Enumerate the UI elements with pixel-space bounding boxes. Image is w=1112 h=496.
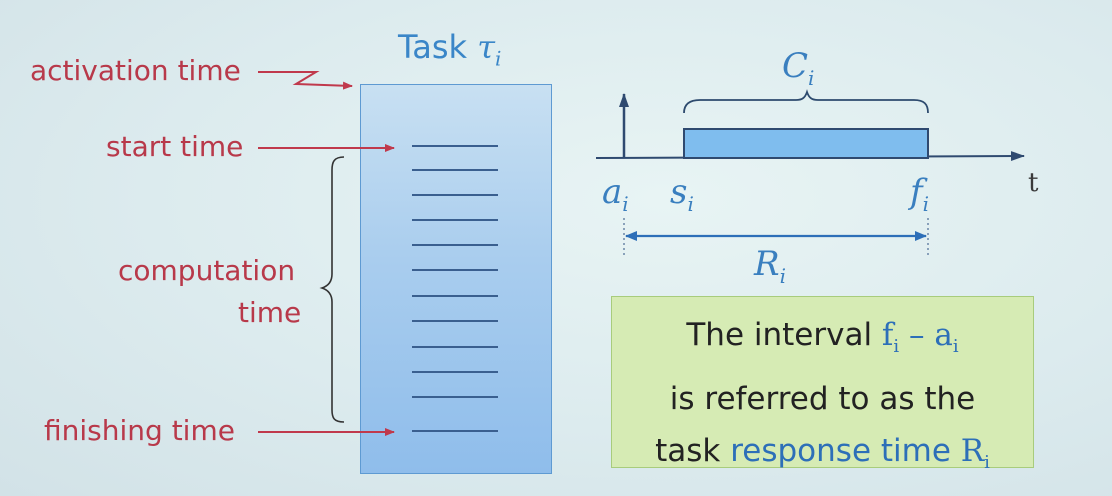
- f-subscript: i: [922, 191, 929, 216]
- a-symbol: a: [602, 172, 623, 212]
- note-f-symbol: f: [881, 317, 894, 353]
- activation-arrow: [258, 71, 353, 90]
- note-a: ai: [934, 317, 958, 357]
- s-label: si: [670, 172, 694, 216]
- note-a-sub: i: [952, 336, 959, 358]
- note-a-symbol: a: [934, 317, 953, 353]
- f-symbol: f: [910, 172, 923, 212]
- note-r: Ri: [960, 433, 990, 473]
- note-line-3: task response time Ri: [612, 425, 1033, 489]
- note-line3-prefix: task: [655, 433, 731, 470]
- time-axis-label: t: [1028, 168, 1039, 198]
- r-label: Ri: [754, 244, 786, 288]
- s-symbol: s: [670, 172, 688, 212]
- note-minus: –: [899, 317, 935, 353]
- f-label: fi: [910, 172, 929, 216]
- c-label: Ci: [782, 46, 814, 90]
- s-subscript: i: [687, 191, 694, 216]
- note-response-time: response time: [730, 433, 961, 470]
- note-r-symbol: R: [960, 433, 985, 470]
- execution-bar: [683, 128, 929, 159]
- note-r-sub: i: [984, 452, 990, 474]
- c-subscript: i: [808, 65, 815, 90]
- note-f: fi: [881, 317, 899, 357]
- note-line1-prefix: The interval: [686, 317, 882, 353]
- a-subscript: i: [622, 191, 629, 216]
- r-subscript: i: [779, 263, 787, 288]
- note-line-1: The interval fi – ai: [612, 309, 1033, 373]
- instruction-lines: [412, 145, 498, 432]
- c-symbol: C: [782, 46, 809, 86]
- a-label: ai: [602, 172, 629, 216]
- r-symbol: R: [754, 244, 780, 284]
- computation-brace: [319, 156, 345, 423]
- note-line-2: is referred to as the: [669, 381, 976, 418]
- response-time-note: The interval fi – ai is referred to as t…: [611, 296, 1034, 473]
- c-brace: [683, 89, 929, 114]
